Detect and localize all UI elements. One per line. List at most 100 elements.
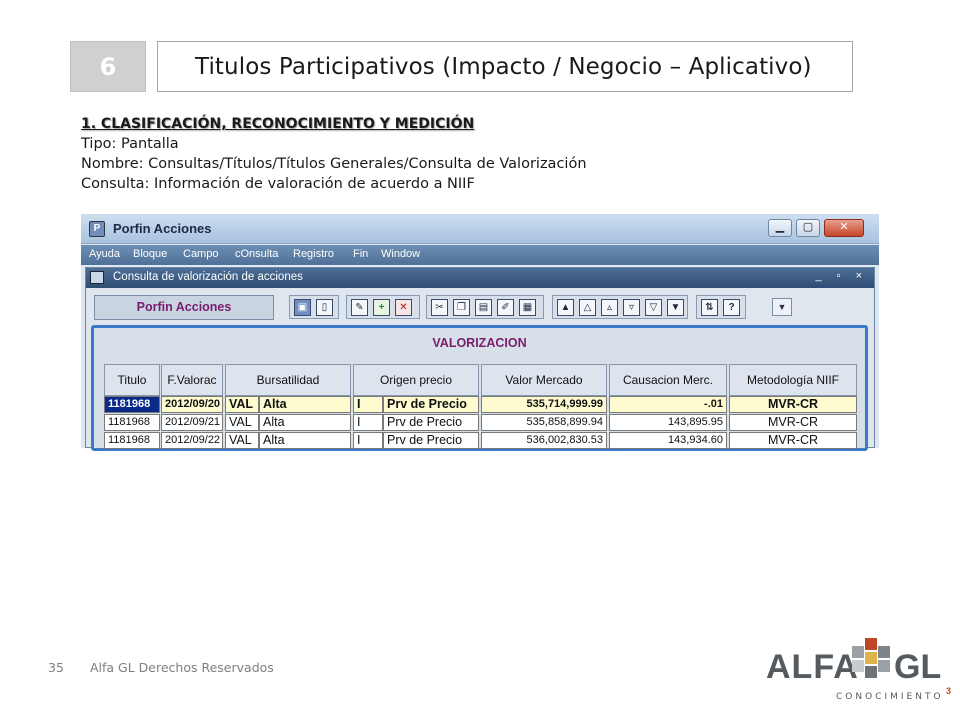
titulo-cell[interactable]: 1181968 [104,396,160,413]
origen-cell[interactable]: Prv de Precio [383,432,479,449]
valor-mercado-cell[interactable]: 536,002,830.53 [481,432,607,449]
valor-mercado-cell[interactable]: 535,858,899.94 [481,414,607,431]
next-block-icon[interactable]: ▽ [645,299,662,316]
valor-mercado-cell[interactable]: 535,714,999.99 [481,396,607,413]
help-icon[interactable]: ? [723,299,740,316]
first-record-icon[interactable]: ▲ [557,299,574,316]
menu-registro[interactable]: Registro [293,248,334,260]
tool-group-navigation: ▲ △ ▵ ▿ ▽ ▼ [552,295,688,319]
logo-superscript: 3 [946,686,952,696]
copy-icon[interactable]: ❐ [453,299,470,316]
bursatilidad-code-cell[interactable]: VAL [225,414,259,431]
maximize-button[interactable]: ▢ [796,219,820,237]
description-block: 1. CLASIFICACIÓN, RECONOCIMIENTO Y MEDIC… [81,114,587,194]
minimize-button[interactable]: ▁ [768,219,792,237]
table-row[interactable]: 1181968 2012/09/20 VAL Alta I Prv de Pre… [104,396,864,413]
valorizacion-panel: VALORIZACION Titulo F.Valorac Bursatilid… [91,325,868,451]
menu-bloque[interactable]: Bloque [133,248,167,260]
porfin-acciones-button[interactable]: Porfin Acciones [94,295,274,320]
menu-campo[interactable]: Campo [183,248,218,260]
open-icon[interactable]: ✎ [351,299,368,316]
cut-icon[interactable]: ✂ [431,299,448,316]
menu-consulta[interactable]: cOnsulta [235,248,278,260]
fecha-cell[interactable]: 2012/09/20 [161,396,223,413]
toolbar: Porfin Acciones ▣ ▯ ✎ + ✕ ✂ ❐ ▤ ✐ ▦ ▲ △ … [86,289,874,325]
metodologia-cell[interactable]: MVR-CR [729,432,857,449]
metodologia-cell[interactable]: MVR-CR [729,414,857,431]
causacion-cell[interactable]: 143,895.95 [609,414,727,431]
origen-code-cell[interactable]: I [353,396,383,413]
copyright-text: Alfa GL Derechos Reservados [90,660,274,675]
section-number-box: 6 [70,41,146,92]
menu-fin[interactable]: Fin [353,248,368,260]
tool-group-save: ▣ ▯ [289,295,339,319]
slide-title-box: Titulos Participativos (Impacto / Negoci… [157,41,853,92]
next-record-icon[interactable]: ▿ [623,299,640,316]
save-icon[interactable]: ▣ [294,299,311,316]
causacion-cell[interactable]: -.01 [609,396,727,413]
alfa-gl-logo: ALFA GL CONOCIMIENTO 3 [762,630,952,710]
print-icon[interactable]: ▦ [519,299,536,316]
slide-title: Titulos Participativos (Impacto / Negoci… [195,53,812,80]
valorizacion-label: VALORIZACION [432,336,527,350]
bursatilidad-cell[interactable]: Alta [259,396,351,413]
titulo-cell[interactable]: 1181968 [104,414,160,431]
fecha-cell[interactable]: 2012/09/22 [161,432,223,449]
origen-cell[interactable]: Prv de Precio [383,396,479,413]
titulo-cell[interactable]: 1181968 [104,432,160,449]
menu-ayuda[interactable]: Ayuda [89,248,120,260]
app-icon: P [89,221,105,237]
metodologia-cell[interactable]: MVR-CR [729,396,857,413]
table-row[interactable]: 1181968 2012/09/21 VAL Alta I Prv de Pre… [104,414,864,431]
logo-tagline: CONOCIMIENTO [836,692,944,702]
sort-icon[interactable]: ⇅ [701,299,718,316]
col-header-bursatilidad: Bursatilidad [225,364,351,396]
col-header-metodologia: Metodología NIIF [729,364,857,396]
tool-group-help: ⇅ ? [696,295,746,319]
menu-window[interactable]: Window [381,248,420,260]
origen-cell[interactable]: Prv de Precio [383,414,479,431]
causacion-cell[interactable]: 143,934.60 [609,432,727,449]
col-header-causacion: Causacion Merc. [609,364,727,396]
section-heading: 1. CLASIFICACIÓN, RECONOCIMIENTO Y MEDIC… [81,116,475,132]
form-icon [90,271,104,284]
form-title: Consulta de valorización de acciones [113,271,303,283]
logo-alfa-text: ALFA [766,648,859,686]
col-header-valor-mercado: Valor Mercado [481,364,607,396]
form-window-controls[interactable]: _ ▫ × [815,270,868,282]
paste-icon[interactable]: ▤ [475,299,492,316]
delete-icon[interactable]: ✕ [395,299,412,316]
fecha-cell[interactable]: 2012/09/21 [161,414,223,431]
window-title: Porfin Acciones [113,221,212,236]
cubes-logo-icon [852,638,890,678]
close-button[interactable]: ✕ [824,219,864,237]
bursatilidad-code-cell[interactable]: VAL [225,432,259,449]
window-titlebar: P Porfin Acciones ▁ ▢ ✕ [81,214,879,244]
menu-bar: Ayuda Bloque Campo cOnsulta Registro Fin… [81,245,879,265]
page-number: 35 [48,660,64,675]
edit-icon[interactable]: ✐ [497,299,514,316]
tool-group-records: ✎ + ✕ [346,295,420,319]
section-number: 6 [99,52,117,81]
form-titlebar: Consulta de valorización de acciones _ ▫… [86,268,874,288]
origen-code-cell[interactable]: I [353,432,383,449]
bursatilidad-cell[interactable]: Alta [259,414,351,431]
exit-icon[interactable]: ▯ [316,299,333,316]
col-header-fvalorac: F.Valorac [161,364,223,396]
logo-gl-text: GL [894,648,942,686]
nombre-line: Nombre: Consultas/Títulos/Títulos Genera… [81,156,587,172]
col-header-origen-precio: Origen precio [353,364,479,396]
dropdown-arrow-icon[interactable]: ▼ [772,298,792,316]
previous-record-icon[interactable]: ▵ [601,299,618,316]
table-row[interactable]: 1181968 2012/09/22 VAL Alta I Prv de Pre… [104,432,864,449]
previous-block-icon[interactable]: △ [579,299,596,316]
tipo-line: Tipo: Pantalla [81,136,179,152]
last-record-icon[interactable]: ▼ [667,299,684,316]
origen-code-cell[interactable]: I [353,414,383,431]
tool-group-edit: ✂ ❐ ▤ ✐ ▦ [426,295,544,319]
bursatilidad-cell[interactable]: Alta [259,432,351,449]
bursatilidad-code-cell[interactable]: VAL [225,396,259,413]
add-icon[interactable]: + [373,299,390,316]
col-header-titulo: Titulo [104,364,160,396]
consulta-line: Consulta: Información de valoración de a… [81,176,475,192]
